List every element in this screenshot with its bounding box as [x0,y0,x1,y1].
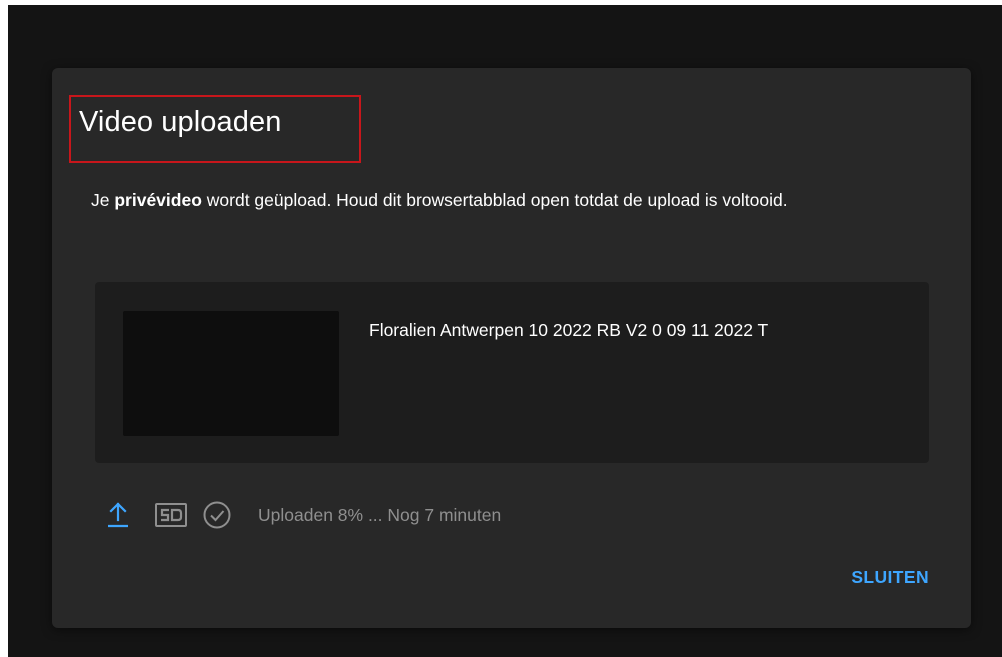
message-suffix: wordt geüpload. Houd dit browsertabblad … [201,190,788,210]
upload-status-text: Uploaden 8% ... Nog 7 minuten [258,504,502,525]
upload-arrow-icon [106,500,130,530]
close-button[interactable]: SLUITEN [851,567,929,588]
sd-quality-icon [154,501,188,529]
message-prefix: Je [91,190,115,210]
privacy-status: privévideo [114,190,202,210]
video-thumbnail [123,311,339,436]
upload-message: Je privévideo wordt geüpload. Houd dit b… [91,185,939,215]
check-circle-icon [202,500,232,530]
file-name: Floralien Antwerpen 10 2022 RB V2 0 09 1… [369,320,769,340]
upload-dialog: Video uploaden Je privévideo wordt geüpl… [52,68,971,628]
upload-status-row: Uploaden 8% ... Nog 7 minuten [106,498,501,532]
file-card: Floralien Antwerpen 10 2022 RB V2 0 09 1… [95,282,929,463]
dialog-title: Video uploaden [79,106,282,138]
